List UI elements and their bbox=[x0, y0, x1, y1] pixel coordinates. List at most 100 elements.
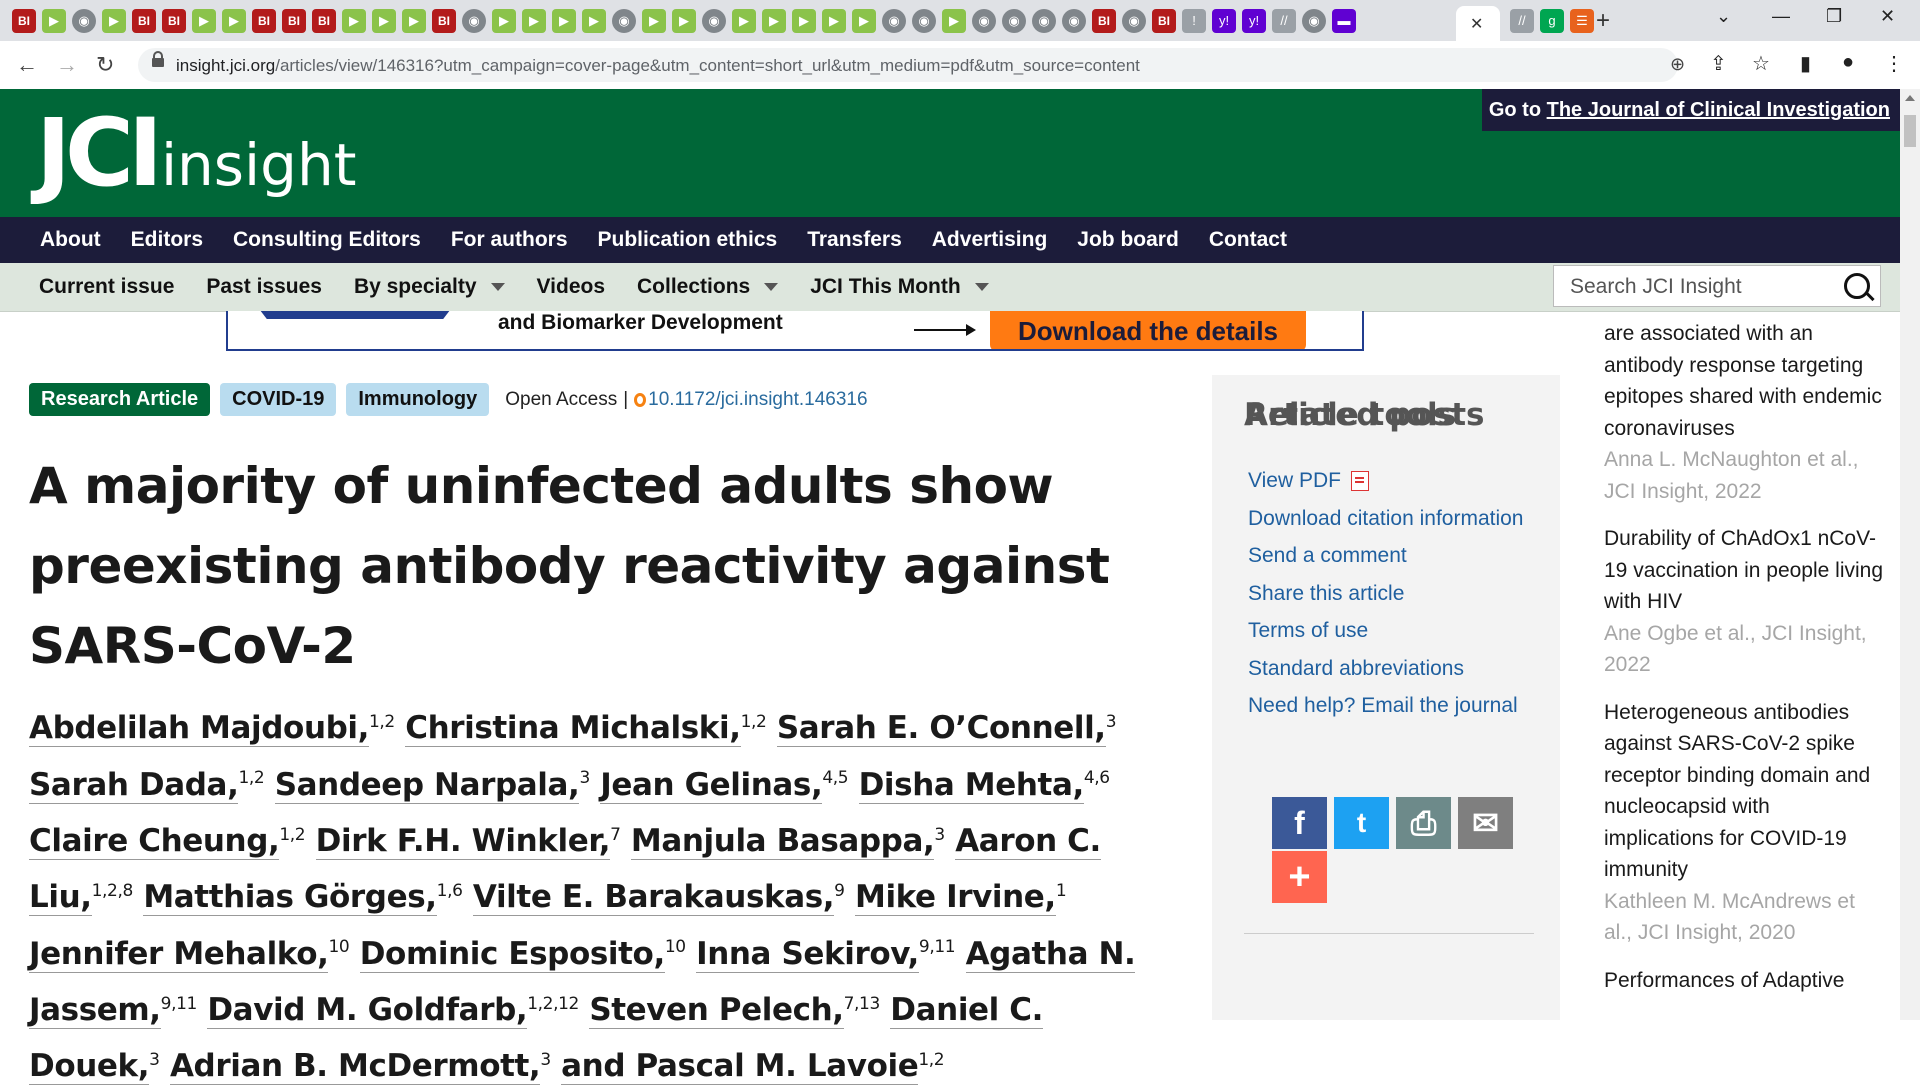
author-name[interactable]: Dirk F.H. Winkler, bbox=[315, 822, 610, 860]
tab-favicon[interactable]: ! bbox=[1182, 9, 1206, 33]
related-article-title[interactable]: Performances of Adaptive bbox=[1604, 965, 1884, 997]
tab-favicon[interactable]: ▶ bbox=[522, 9, 546, 33]
author-name[interactable]: Adrian B. McDermott, bbox=[169, 1048, 541, 1086]
scrollbar-thumb[interactable] bbox=[1904, 115, 1916, 147]
tab-favicon[interactable]: g bbox=[1540, 9, 1564, 33]
related-article-title[interactable]: Durability of ChAdOx1 nCoV-19 vaccinatio… bbox=[1604, 523, 1884, 618]
tab-favicon[interactable]: ▶ bbox=[942, 9, 966, 33]
subnav-collections[interactable]: Collections bbox=[637, 263, 779, 311]
tab-favicon[interactable]: BI bbox=[312, 9, 336, 33]
author-name[interactable]: Matthias Görges, bbox=[143, 879, 437, 917]
tab-favicon[interactable]: ▶ bbox=[732, 9, 756, 33]
tab-favicon[interactable]: BI bbox=[282, 9, 306, 33]
close-window-icon[interactable]: ✕ bbox=[1880, 6, 1895, 27]
author-name[interactable]: Christina Michalski, bbox=[405, 710, 741, 748]
author-name[interactable]: Abdelilah Majdoubi, bbox=[29, 710, 369, 748]
nav-consulting-editors[interactable]: Consulting Editors bbox=[233, 217, 421, 263]
tab-favicon[interactable]: ◉ bbox=[1062, 9, 1086, 33]
url-field[interactable]: insight.jci.org/articles/view/146316?utm… bbox=[138, 48, 1685, 82]
tab-favicon[interactable]: ▶ bbox=[372, 9, 396, 33]
close-tab-icon[interactable]: ✕ bbox=[1470, 14, 1483, 34]
tab-favicon[interactable]: BI bbox=[162, 9, 186, 33]
twitter-icon[interactable]: t bbox=[1334, 797, 1389, 849]
badge-immunology[interactable]: Immunology bbox=[346, 383, 490, 416]
standard-abbreviations-link[interactable]: Standard abbreviations bbox=[1248, 651, 1538, 687]
author-name[interactable]: Dominic Esposito, bbox=[359, 935, 665, 973]
tab-favicon[interactable]: ▶ bbox=[792, 9, 816, 33]
related-article[interactable]: Durability of ChAdOx1 nCoV-19 vaccinatio… bbox=[1604, 523, 1884, 681]
nav-transfers[interactable]: Transfers bbox=[807, 217, 902, 263]
author-name[interactable]: Jean Gelinas, bbox=[600, 766, 823, 804]
tab-favicon[interactable]: // bbox=[1510, 9, 1534, 33]
author-name[interactable]: Jennifer Mehalko, bbox=[29, 935, 329, 973]
tab-favicon[interactable]: BI bbox=[132, 9, 156, 33]
author-name[interactable]: David M. Goldfarb, bbox=[207, 991, 528, 1029]
share-page-icon[interactable]: ⇪ bbox=[1710, 51, 1727, 76]
tab-favicon[interactable]: y! bbox=[1212, 9, 1236, 33]
bookmark-star-icon[interactable]: ☆ bbox=[1752, 51, 1770, 76]
tab-favicon[interactable]: ▬ bbox=[1332, 9, 1356, 33]
tab-favicon[interactable]: ▶ bbox=[762, 9, 786, 33]
print-icon[interactable]: ⎙ bbox=[1396, 797, 1451, 849]
tab-favicon[interactable]: ▶ bbox=[852, 9, 876, 33]
lock-icon[interactable] bbox=[152, 51, 164, 68]
tab-favicon[interactable]: BI bbox=[1092, 9, 1116, 33]
tab-favicon[interactable]: ◉ bbox=[882, 9, 906, 33]
tab-favicon[interactable]: ☰ bbox=[1570, 9, 1594, 33]
tab-favicon[interactable]: ◉ bbox=[462, 9, 486, 33]
related-article-title[interactable]: Heterogeneous antibodies against SARS-Co… bbox=[1604, 697, 1884, 886]
minimize-icon[interactable]: — bbox=[1772, 6, 1790, 27]
side-panel-icon[interactable]: ▮ bbox=[1800, 51, 1811, 76]
related-article[interactable]: are associated with an antibody response… bbox=[1604, 318, 1884, 507]
tab-favicon[interactable]: ▶ bbox=[672, 9, 696, 33]
tab-favicon[interactable]: BI bbox=[12, 9, 36, 33]
back-icon[interactable]: ← bbox=[16, 52, 38, 78]
tab-favicon[interactable]: ▶ bbox=[552, 9, 576, 33]
nav-about[interactable]: About bbox=[40, 217, 101, 263]
tab-favicon[interactable]: ▶ bbox=[642, 9, 666, 33]
search-icon[interactable] bbox=[1844, 273, 1870, 299]
page-scrollbar[interactable] bbox=[1900, 89, 1920, 1020]
author-name[interactable]: Inna Sekirov, bbox=[696, 935, 919, 973]
share-article-link[interactable]: Share this article bbox=[1248, 576, 1538, 612]
forward-icon[interactable]: → bbox=[56, 52, 78, 78]
related-article-title[interactable]: are associated with an antibody response… bbox=[1604, 318, 1884, 444]
tab-favicon[interactable]: ▶ bbox=[402, 9, 426, 33]
nav-advertising[interactable]: Advertising bbox=[932, 217, 1048, 263]
doi-link[interactable]: 10.1172/jci.insight.146316 bbox=[648, 389, 867, 411]
tab-favicon[interactable]: ◉ bbox=[1032, 9, 1056, 33]
nav-publication-ethics[interactable]: Publication ethics bbox=[598, 217, 778, 263]
profile-icon[interactable]: ● bbox=[1842, 51, 1854, 74]
tab-favicon[interactable]: ◉ bbox=[72, 9, 96, 33]
search-input[interactable] bbox=[1568, 274, 1842, 300]
email-journal-link[interactable]: Need help? Email the journal bbox=[1248, 688, 1538, 724]
author-name[interactable]: Sandeep Narpala, bbox=[274, 766, 580, 804]
tab-favicon[interactable]: // bbox=[1272, 9, 1296, 33]
author-name[interactable]: Steven Pelech, bbox=[589, 991, 844, 1029]
author-name[interactable]: and Pascal M. Lavoie bbox=[561, 1048, 919, 1086]
author-name[interactable]: Disha Mehta, bbox=[858, 766, 1084, 804]
author-name[interactable]: Sarah Dada, bbox=[29, 766, 239, 804]
tab-favicon[interactable]: ▶ bbox=[222, 9, 246, 33]
subnav-jci-this-month[interactable]: JCI This Month bbox=[810, 263, 989, 311]
restore-icon[interactable]: ❐ bbox=[1826, 6, 1842, 27]
author-name[interactable]: Sarah E. O’Connell, bbox=[776, 710, 1106, 748]
author-name[interactable]: Mike Irvine, bbox=[855, 879, 1056, 917]
active-tab[interactable]: ✕ bbox=[1456, 6, 1500, 41]
tab-favicon[interactable]: ◉ bbox=[1302, 9, 1326, 33]
tab-favicon[interactable]: ▶ bbox=[492, 9, 516, 33]
tab-favicon[interactable]: ◉ bbox=[702, 9, 726, 33]
badge-research-article[interactable]: Research Article bbox=[29, 383, 211, 416]
tab-favicon[interactable]: ◉ bbox=[972, 9, 996, 33]
tab-favicon[interactable]: BI bbox=[1152, 9, 1176, 33]
tab-favicon[interactable]: ◉ bbox=[1002, 9, 1026, 33]
badge-covid19[interactable]: COVID-19 bbox=[220, 383, 337, 416]
subnav-videos[interactable]: Videos bbox=[537, 263, 605, 311]
tab-favicon[interactable]: ◉ bbox=[1122, 9, 1146, 33]
zoom-icon[interactable]: ⊕ bbox=[1670, 54, 1685, 75]
new-tab-button[interactable]: + bbox=[1596, 7, 1610, 35]
download-citation-link[interactable]: Download citation information bbox=[1248, 501, 1538, 537]
ad-download-button[interactable]: Download the details bbox=[990, 311, 1306, 349]
tab-favicon[interactable]: y! bbox=[1242, 9, 1266, 33]
reload-icon[interactable]: ↻ bbox=[96, 52, 114, 78]
